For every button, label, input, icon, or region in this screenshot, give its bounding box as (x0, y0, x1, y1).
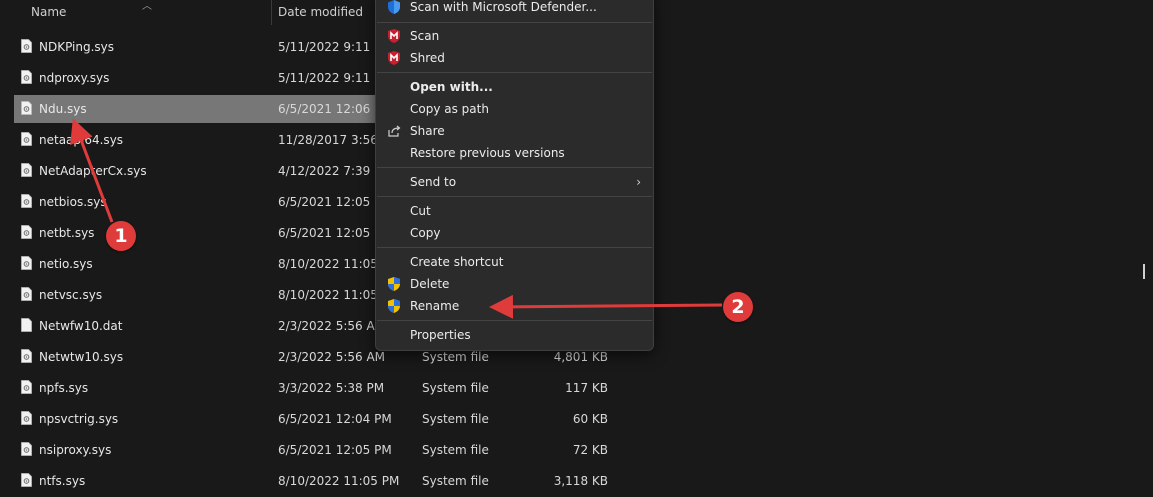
arrow-to-ndu (70, 118, 114, 223)
arrow-to-rename (489, 294, 723, 319)
annotation-badge-2: 2 (723, 292, 753, 322)
annotation-badge-1: 1 (106, 221, 136, 251)
annotation-arrows (70, 118, 723, 319)
text-cursor (1143, 264, 1145, 279)
